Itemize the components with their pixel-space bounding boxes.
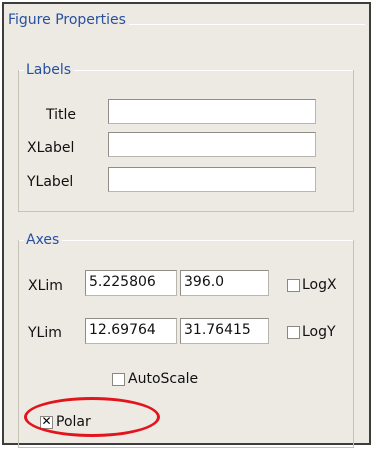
panel-title: Figure Properties bbox=[6, 12, 129, 28]
ylabel-label: YLabel bbox=[27, 174, 74, 190]
labels-group-title: Labels bbox=[24, 62, 75, 78]
axes-group-title: Axes bbox=[24, 232, 63, 248]
ylabel-field[interactable] bbox=[108, 167, 316, 192]
title-label: Title bbox=[46, 107, 77, 123]
autoscale-checkbox[interactable] bbox=[112, 373, 125, 386]
polar-highlight-annotation bbox=[24, 397, 160, 437]
xlim-min-field[interactable]: 5.225806 bbox=[85, 270, 177, 296]
logx-checkbox[interactable] bbox=[287, 279, 300, 292]
logx-label: LogX bbox=[302, 277, 337, 293]
xlim-label: XLim bbox=[28, 278, 63, 294]
logy-checkbox[interactable] bbox=[287, 326, 300, 339]
figure-properties-panel: Figure Properties Labels Title XLabel YL… bbox=[2, 2, 371, 448]
xlabel-label: XLabel bbox=[27, 140, 75, 156]
logy-label: LogY bbox=[302, 324, 336, 340]
xlim-max-field[interactable]: 396.0 bbox=[180, 270, 269, 296]
ylim-min-field[interactable]: 12.69764 bbox=[85, 318, 177, 344]
ylim-label: YLim bbox=[28, 325, 62, 341]
ylim-max-field[interactable]: 31.76415 bbox=[180, 318, 269, 344]
autoscale-label: AutoScale bbox=[128, 371, 199, 387]
xlabel-field[interactable] bbox=[108, 132, 316, 157]
title-field[interactable] bbox=[108, 99, 316, 124]
